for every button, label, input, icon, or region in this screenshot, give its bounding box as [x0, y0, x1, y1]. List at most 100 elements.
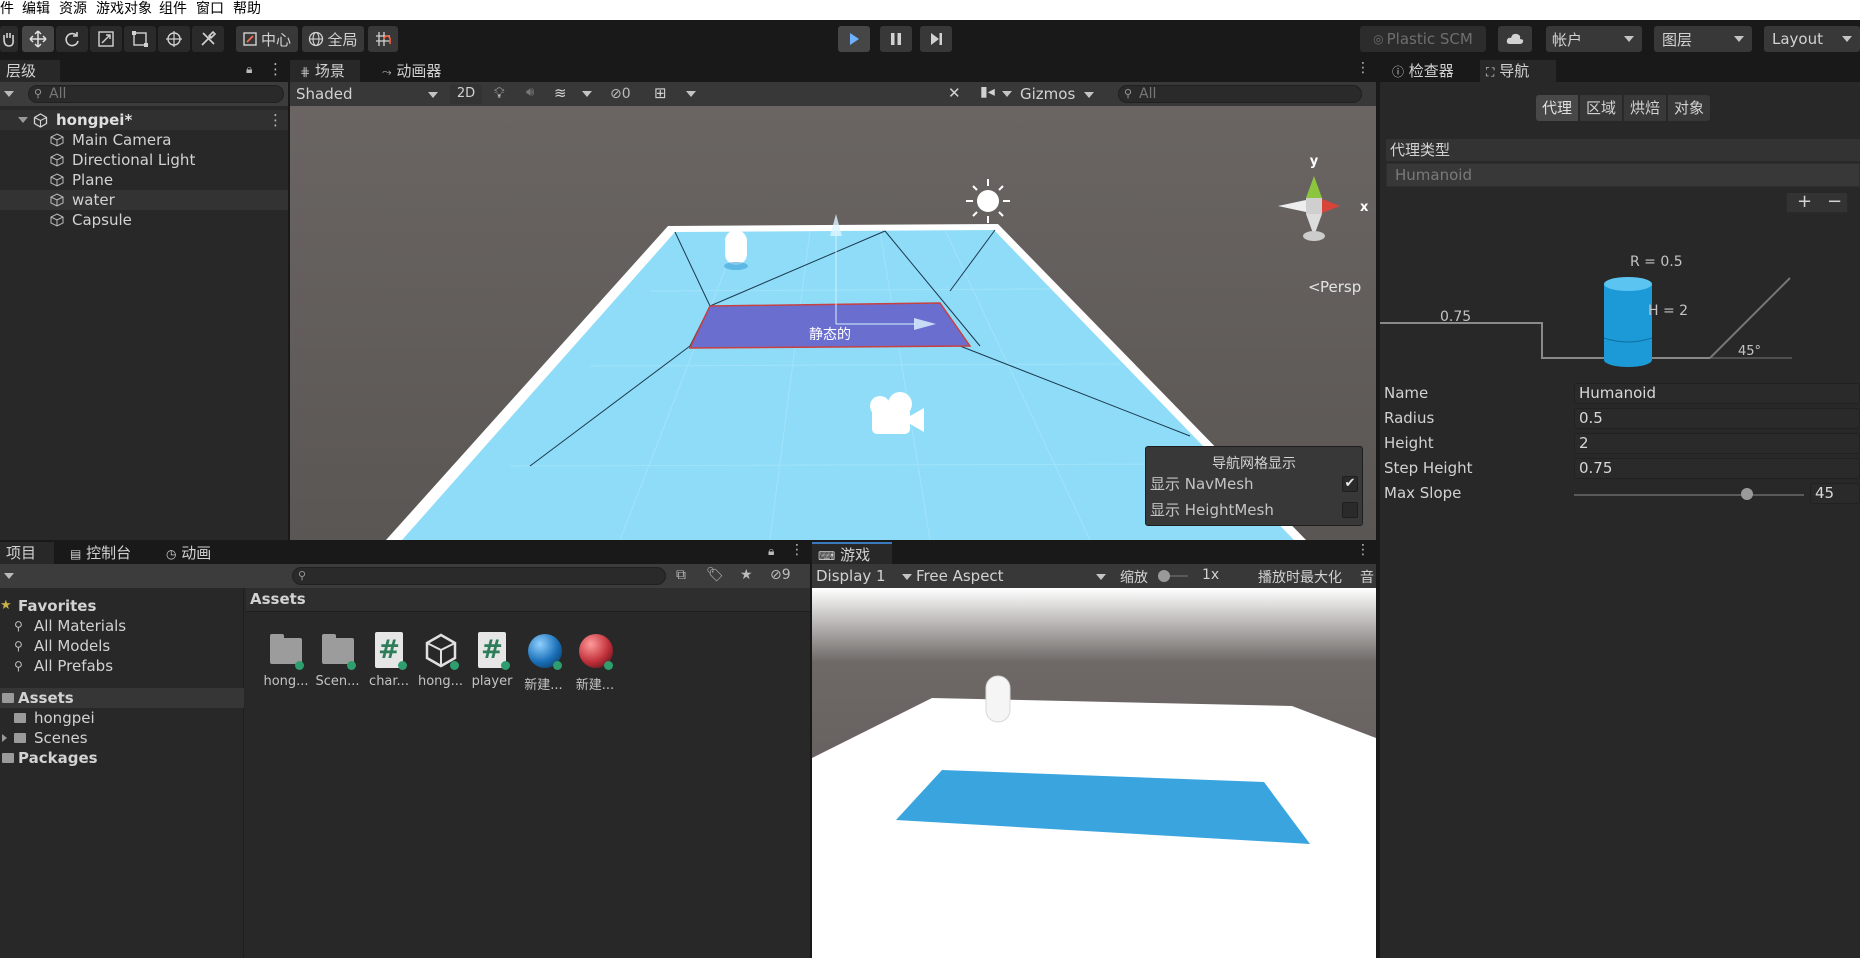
hand-tool-button[interactable] — [0, 26, 18, 52]
play-button[interactable] — [838, 26, 870, 52]
grid-toggle-icon[interactable]: ⊞ — [654, 84, 667, 102]
camera-dropdown-icon[interactable] — [1002, 91, 1012, 97]
field-height-input[interactable]: 2 — [1574, 433, 1860, 454]
tools-toggle-icon[interactable]: ✕ — [948, 84, 961, 102]
max-slope-slider-track[interactable] — [1574, 494, 1804, 496]
move-tool-button[interactable] — [22, 26, 54, 52]
tab-hierarchy[interactable]: 层级 — [0, 60, 60, 82]
hierarchy-item[interactable]: Plane — [0, 170, 288, 190]
menu-window[interactable]: 窗口 — [196, 0, 224, 19]
capsule-object[interactable] — [725, 230, 747, 265]
more-menu-icon[interactable]: ⋮ — [268, 60, 283, 78]
agent-type-list-item[interactable]: Humanoid — [1386, 163, 1860, 187]
field-step-height-input[interactable]: 0.75 — [1574, 458, 1860, 479]
scene-search-input[interactable]: ⚲ All — [1118, 85, 1362, 103]
hierarchy-item[interactable]: Directional Light — [0, 150, 288, 170]
field-radius-input[interactable]: 0.5 — [1574, 408, 1860, 429]
tab-animation[interactable]: ◷ 动画 — [160, 542, 230, 564]
show-heightmesh-checkbox[interactable] — [1342, 502, 1358, 518]
scale-slider-thumb[interactable] — [1158, 570, 1170, 582]
lighting-toggle-icon[interactable]: 💡︎ — [494, 84, 505, 102]
hidden-objects-toggle[interactable]: ⊘0 — [610, 84, 650, 104]
lock-icon[interactable]: 🔒︎ — [768, 544, 774, 559]
inspector-more-icon[interactable]: ⋮ — [1854, 60, 1860, 76]
asset-item[interactable]: # char... — [363, 632, 415, 689]
effects-toggle-icon[interactable]: ≋ — [554, 84, 567, 102]
favorite-item[interactable]: ⚲ All Prefabs — [0, 656, 244, 676]
effects-dropdown-icon[interactable] — [582, 91, 592, 97]
camera-toggle-icon[interactable]: ▮◂ — [980, 84, 995, 100]
asset-folder-item[interactable]: Scenes — [0, 728, 244, 748]
display-dropdown[interactable]: Display 1 — [816, 566, 914, 586]
layers-dropdown[interactable]: 图层 — [1654, 26, 1752, 52]
remove-agent-button[interactable]: − — [1827, 191, 1842, 212]
project-search-input[interactable]: ⚲ — [292, 567, 666, 585]
menu-gameobject[interactable]: 游戏对象 — [96, 0, 152, 19]
favorite-star-icon[interactable]: ★ — [740, 567, 753, 583]
custom-tool-button[interactable] — [192, 26, 224, 52]
mute-audio-toggle[interactable]: 音 — [1360, 567, 1374, 587]
scene-more-icon[interactable]: ⋮ — [268, 110, 283, 130]
favorite-item[interactable]: ⚲ All Materials — [0, 616, 244, 636]
expand-arrow-icon[interactable] — [18, 117, 28, 123]
toggle-2d-button[interactable]: 2D — [450, 84, 482, 104]
add-agent-button[interactable]: + — [1797, 191, 1812, 212]
field-name-input[interactable]: Humanoid — [1574, 383, 1860, 404]
plastic-scm-button[interactable]: ◎ Plastic SCM — [1360, 26, 1486, 52]
filter-type-icon[interactable]: ⧉ — [676, 567, 686, 583]
tab-animator[interactable]: ⤳ 动画器 — [376, 60, 456, 82]
tab-console[interactable]: ▤ 控制台 — [64, 542, 144, 564]
asset-folder-item[interactable]: hongpei — [0, 708, 244, 728]
cloud-button[interactable] — [1498, 26, 1532, 52]
favorite-item[interactable]: ⚲ All Models — [0, 636, 244, 656]
show-navmesh-checkbox[interactable]: ✔ — [1342, 476, 1358, 492]
tab-inspector[interactable]: ⓘ 检查器 — [1386, 60, 1472, 82]
pivot-global-button[interactable]: 全局 — [302, 26, 364, 52]
menu-file[interactable]: 件 — [0, 0, 14, 19]
tab-navigation[interactable]: ⛶ 导航 — [1480, 60, 1556, 82]
lock-icon[interactable]: 🔒︎ — [246, 62, 252, 77]
pivot-center-button[interactable]: 中心 — [236, 26, 298, 52]
gizmos-dropdown[interactable]: Gizmos — [1020, 84, 1096, 104]
more-menu-icon[interactable]: ⋮ — [790, 542, 804, 558]
asset-item[interactable]: Scen... — [312, 632, 364, 689]
aspect-dropdown[interactable]: Free Aspect — [916, 566, 1112, 586]
asset-item[interactable]: 新建... — [518, 632, 570, 693]
asset-item[interactable]: hong... — [415, 632, 467, 689]
maximize-on-play-toggle[interactable]: 播放时最大化 — [1258, 567, 1342, 587]
expand-arrow-icon[interactable] — [2, 734, 7, 742]
create-dropdown-icon[interactable] — [4, 573, 14, 579]
menu-assets[interactable]: 资源 — [59, 0, 87, 19]
menu-help[interactable]: 帮助 — [233, 0, 261, 19]
subtab-bake[interactable]: 烘焙 — [1624, 95, 1666, 121]
max-slope-input[interactable]: 45 — [1810, 483, 1860, 504]
audio-toggle-icon[interactable]: 🔊︎ — [526, 85, 534, 100]
menu-component[interactable]: 组件 — [159, 0, 187, 19]
scale-tool-button[interactable] — [90, 26, 122, 52]
grid-snap-button[interactable] — [368, 26, 398, 52]
packages-root[interactable]: Packages — [0, 748, 244, 768]
hierarchy-item[interactable]: water — [0, 190, 288, 210]
asset-item[interactable]: # player — [466, 632, 518, 689]
subtab-agents[interactable]: 代理 — [1536, 95, 1578, 121]
hierarchy-item[interactable]: Capsule — [0, 210, 288, 230]
favorites-root[interactable]: ★ Favorites — [0, 596, 244, 616]
hierarchy-item[interactable]: Main Camera — [0, 130, 288, 150]
subtab-object[interactable]: 对象 — [1668, 95, 1710, 121]
scene-more-menu-icon[interactable]: ⋮ — [1356, 60, 1370, 76]
game-view[interactable] — [812, 588, 1376, 958]
hidden-packages-toggle[interactable]: ⊘9 — [770, 567, 791, 583]
asset-item[interactable]: 新建... — [569, 632, 621, 693]
tab-game[interactable]: ⌨ 游戏 — [812, 542, 892, 564]
account-dropdown[interactable]: 帐户 — [1546, 26, 1642, 52]
breadcrumb[interactable]: Assets — [246, 588, 810, 612]
filter-label-icon[interactable]: 🏷︎ — [706, 567, 724, 583]
subtab-areas[interactable]: 区域 — [1580, 95, 1622, 121]
rect-tool-button[interactable] — [124, 26, 156, 52]
layout-dropdown[interactable]: Layout — [1764, 26, 1860, 52]
assets-root[interactable]: Assets — [0, 688, 244, 708]
hierarchy-search-input[interactable]: ⚲ All — [28, 85, 284, 103]
max-slope-slider-thumb[interactable] — [1740, 488, 1753, 500]
shading-mode-dropdown[interactable]: Shaded — [292, 84, 442, 104]
tab-scene[interactable]: ⋕ 场景 — [290, 60, 360, 82]
